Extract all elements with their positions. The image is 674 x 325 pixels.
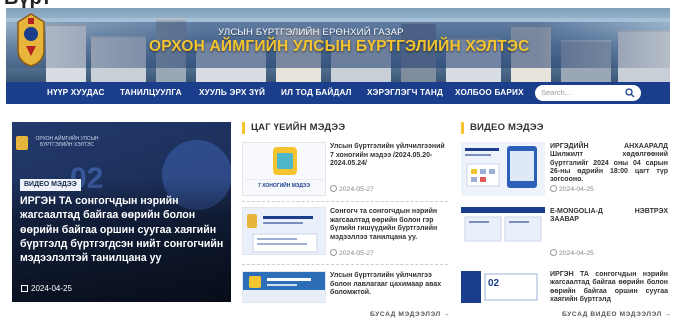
news-date-row: 2024-05-27 (330, 249, 374, 257)
search-icon[interactable] (625, 88, 635, 98)
featured-date-row: 2024-04-25 (21, 284, 72, 293)
featured-logo-icon (16, 136, 28, 150)
nav-item-transparency[interactable]: ИЛ ТОД БАЙДАЛ (281, 82, 352, 104)
nav-item-contact[interactable]: ХОЛБОО БАРИХ (455, 82, 524, 104)
org-subtitle: УЛСЫН БҮРТГЭЛИЙН ЕРӨНХИЙ ГАЗАР (218, 27, 404, 38)
calendar-icon (21, 285, 28, 292)
video-date-row: 2024-04-25 (550, 249, 594, 257)
partial-heading: Бүрт (4, 0, 51, 10)
video-title[interactable]: ИРГЭН ТА сонгогчдын нэрийн жагсаалтад ба… (550, 271, 668, 304)
nav-item-home[interactable]: НҮҮР ХУУДАС (47, 82, 105, 104)
news-title[interactable]: Сонгогч та сонгогчдын нэрийн жагсаалтад … (330, 208, 448, 242)
featured-news-card[interactable]: ОРХОН АЙМГИЙН УЛСЫН БҮРТГЭЛИЙН ХЭЛТЭС 02… (12, 122, 231, 302)
clock-icon (550, 249, 557, 256)
news-date: 2024-05-27 (339, 186, 374, 193)
header-banner: УЛСЫН БҮРТГЭЛИЙН ЕРӨНХИЙ ГАЗАР ОРХОН АЙМ… (6, 0, 670, 82)
featured-title[interactable]: ИРГЭН ТА сонгогчдын нэрийн жагсаалтад ба… (20, 194, 228, 265)
news-heading: ЦАГ ҮЕИЙН МЭДЭЭ (242, 122, 345, 134)
nav-item-law[interactable]: ХУУЛЬ ЭРХ ЗҮЙ (199, 82, 265, 104)
news-divider (242, 201, 448, 202)
video-thumb-graphic (461, 142, 545, 196)
video-thumb-graphic (461, 207, 545, 247)
news-thumbnail[interactable] (242, 271, 326, 303)
featured-badge: ВИДЕО МЭДЭЭ (20, 179, 81, 191)
nav-item-for-users[interactable]: ХЭРЭГЛЭГЧ ТАНД (367, 82, 443, 104)
video-thumbnail[interactable]: 02 (461, 271, 545, 303)
news-date: 2024-05-27 (339, 250, 374, 257)
more-news-link[interactable]: БУСАД МЭДЭЭЛЭЛ → (370, 311, 450, 318)
main-nav: НҮҮР ХУУДАС ТАНИЛЦУУЛГА ХУУЛЬ ЭРХ ЗҮЙ ИЛ… (6, 82, 670, 104)
search-input[interactable]: Search... (535, 85, 641, 101)
video-date: 2024-04-25 (559, 186, 594, 193)
news-title[interactable]: Улсын бүртгэлийн үйлчилгээ болон лавлага… (330, 272, 448, 298)
news-thumbnail[interactable]: 7 ХОНОГИЙН МЭДЭЭ (242, 142, 326, 196)
partial-heading-strip: Бүрт (0, 0, 674, 10)
clock-icon (330, 249, 337, 256)
clock-icon (550, 185, 557, 192)
news-thumb-graphic (243, 208, 325, 254)
featured-date: 2024-04-25 (31, 284, 72, 293)
clock-icon (330, 185, 337, 192)
nav-item-about[interactable]: ТАНИЛЦУУЛГА (120, 82, 182, 104)
video-thumb-graphic (461, 271, 545, 303)
video-date: 2024-04-25 (559, 250, 594, 257)
video-title[interactable]: ИРГЭДИЙН АНХААРАЛД Шилжилт хөдөлгөөний б… (550, 143, 668, 184)
video-heading: ВИДЕО МЭДЭЭ (461, 122, 544, 134)
more-videos-link[interactable]: БУСАД ВИДЕО МЭДЭЭЛЭЛ → (562, 311, 672, 318)
video-thumbnail[interactable] (461, 142, 545, 196)
search-placeholder: Search... (541, 88, 572, 97)
video-thumbnail[interactable] (461, 207, 545, 247)
news-date-row: 2024-05-27 (330, 185, 374, 193)
featured-image-text: ОРХОН АЙМГИЙН УЛСЫН БҮРТГЭЛИЙН ХЭЛТЭС (35, 136, 99, 148)
news-title[interactable]: Улсын бүртгэлийн үйлчилгээний 7 хоногийн… (330, 143, 448, 169)
news-divider (242, 264, 448, 265)
state-emblem-icon[interactable] (14, 12, 48, 68)
video-title[interactable]: E-MONGOLIA-Д НЭВТРЭХ ЗААВАР (550, 208, 668, 225)
video-thumb-number: 02 (488, 278, 500, 289)
org-title: ОРХОН АЙМГИЙН УЛСЫН БҮРТГЭЛИЙН ХЭЛТЭС (149, 38, 530, 55)
video-date-row: 2024-04-25 (550, 185, 594, 193)
news-thumb-caption: 7 ХОНОГИЙН МЭДЭЭ (257, 183, 311, 189)
news-thumbnail[interactable] (242, 207, 326, 255)
news-thumb-graphic (243, 272, 325, 302)
